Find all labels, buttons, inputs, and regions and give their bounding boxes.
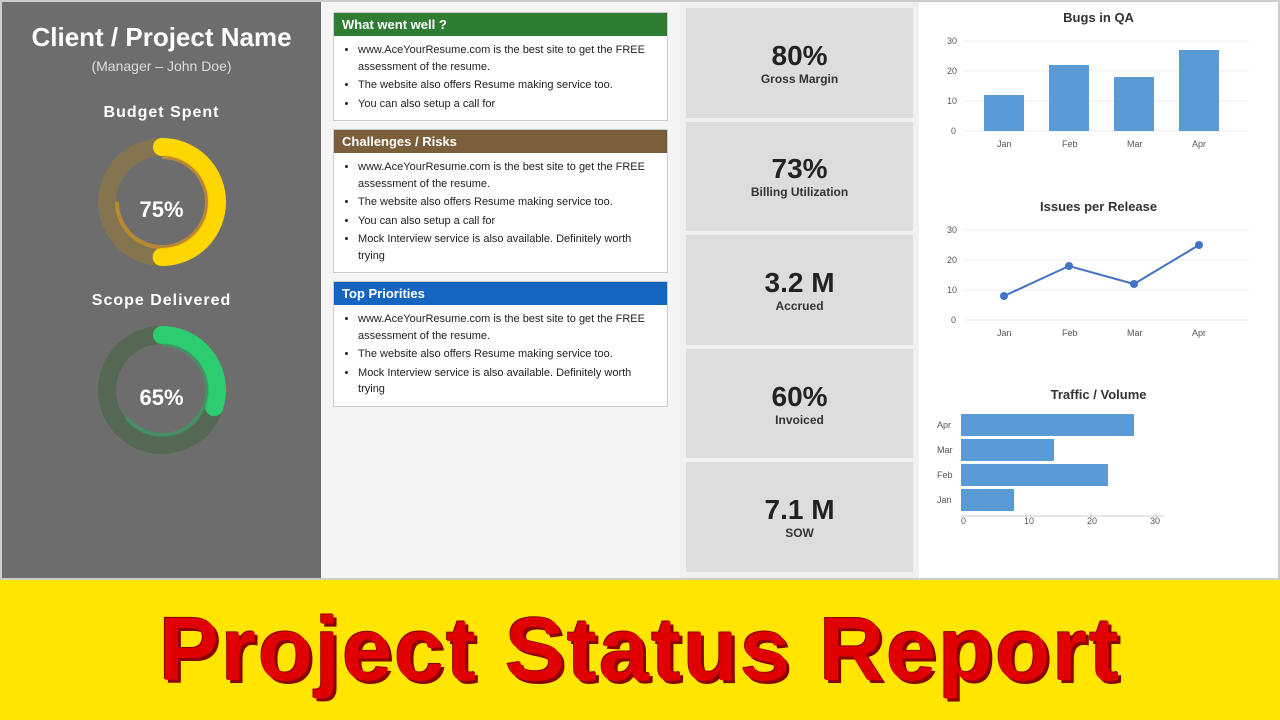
issues-chart-title: Issues per Release bbox=[929, 199, 1268, 214]
challenges-header: Challenges / Risks bbox=[334, 130, 667, 153]
what-went-well-list: www.AceYourResume.com is the best site t… bbox=[344, 42, 657, 112]
challenges-box: Challenges / Risks www.AceYourResume.com… bbox=[333, 129, 668, 273]
svg-text:20: 20 bbox=[1087, 516, 1097, 526]
svg-text:0: 0 bbox=[961, 516, 966, 526]
metric-sow: 7.1 M SOW bbox=[686, 462, 913, 572]
list-item: www.AceYourResume.com is the best site t… bbox=[358, 159, 657, 192]
bugs-chart-area: 30 20 10 0 Jan Feb bbox=[929, 29, 1268, 193]
scope-label: Scope Delivered bbox=[92, 292, 232, 310]
scope-gauge: 65% bbox=[92, 320, 232, 460]
middle-panel: What went well ? www.AceYourResume.com i… bbox=[321, 2, 680, 578]
svg-text:0: 0 bbox=[951, 315, 956, 325]
metric-value-2: 3.2 M bbox=[765, 267, 835, 299]
priorities-list: www.AceYourResume.com is the best site t… bbox=[344, 311, 657, 398]
issues-chart-area: 30 20 10 0 Jan Feb bbox=[929, 218, 1268, 382]
svg-text:Feb: Feb bbox=[1062, 139, 1078, 149]
svg-text:Apr: Apr bbox=[1192, 139, 1206, 149]
svg-text:0: 0 bbox=[951, 126, 956, 136]
metric-label-1: Billing Utilization bbox=[751, 185, 848, 199]
svg-text:10: 10 bbox=[947, 285, 957, 295]
traffic-chart-title: Traffic / Volume bbox=[929, 387, 1268, 402]
metric-invoiced: 60% Invoiced bbox=[686, 349, 913, 459]
challenges-content: www.AceYourResume.com is the best site t… bbox=[334, 153, 667, 272]
svg-text:10: 10 bbox=[1024, 516, 1034, 526]
bugs-chart-section: Bugs in QA 30 20 10 0 bbox=[929, 10, 1268, 193]
svg-text:Apr: Apr bbox=[1192, 328, 1206, 338]
svg-text:20: 20 bbox=[947, 66, 957, 76]
challenges-list: www.AceYourResume.com is the best site t… bbox=[344, 159, 657, 264]
list-item: The website also offers Resume making se… bbox=[358, 194, 657, 211]
svg-text:Feb: Feb bbox=[1062, 328, 1078, 338]
metric-value-3: 60% bbox=[772, 381, 828, 413]
bottom-banner: Project Status Report bbox=[0, 580, 1280, 720]
traffic-chart-section: Traffic / Volume Apr Mar Feb Jan 0 1 bbox=[929, 387, 1268, 570]
svg-text:30: 30 bbox=[947, 225, 957, 235]
charts-panel: Bugs in QA 30 20 10 0 bbox=[919, 2, 1278, 578]
svg-text:Jan: Jan bbox=[997, 328, 1012, 338]
list-item: www.AceYourResume.com is the best site t… bbox=[358, 42, 657, 75]
priorities-box: Top Priorities www.AceYourResume.com is … bbox=[333, 281, 668, 407]
list-item: www.AceYourResume.com is the best site t… bbox=[358, 311, 657, 344]
svg-text:Mar: Mar bbox=[1127, 328, 1143, 338]
budget-percent: 75% bbox=[139, 197, 183, 223]
metric-label-0: Gross Margin bbox=[761, 72, 838, 86]
svg-text:Apr: Apr bbox=[937, 420, 951, 430]
svg-text:10: 10 bbox=[947, 96, 957, 106]
priorities-header: Top Priorities bbox=[334, 282, 667, 305]
issues-chart-section: Issues per Release 30 20 10 0 bbox=[929, 199, 1268, 382]
metric-label-4: SOW bbox=[785, 526, 814, 540]
list-item: You can also setup a call for bbox=[358, 96, 657, 113]
list-item: The website also offers Resume making se… bbox=[358, 77, 657, 94]
what-went-well-content: www.AceYourResume.com is the best site t… bbox=[334, 36, 667, 120]
metric-gross-margin: 80% Gross Margin bbox=[686, 8, 913, 118]
svg-text:Feb: Feb bbox=[937, 470, 953, 480]
svg-text:Jan: Jan bbox=[937, 495, 952, 505]
list-item: The website also offers Resume making se… bbox=[358, 346, 657, 363]
metric-value-4: 7.1 M bbox=[765, 494, 835, 526]
what-went-well-box: What went well ? www.AceYourResume.com i… bbox=[333, 12, 668, 121]
left-panel: Client / Project Name (Manager – John Do… bbox=[2, 2, 321, 578]
svg-text:30: 30 bbox=[1150, 516, 1160, 526]
metric-value-1: 73% bbox=[772, 153, 828, 185]
bugs-chart-title: Bugs in QA bbox=[929, 10, 1268, 25]
list-item: Mock Interview service is also available… bbox=[358, 365, 657, 398]
metric-label-2: Accrued bbox=[776, 299, 824, 313]
metric-billing: 73% Billing Utilization bbox=[686, 122, 913, 232]
svg-text:Mar: Mar bbox=[937, 445, 953, 455]
list-item: You can also setup a call for bbox=[358, 213, 657, 230]
project-title: Client / Project Name bbox=[31, 22, 291, 53]
what-went-well-header: What went well ? bbox=[334, 13, 667, 36]
metrics-panel: 80% Gross Margin 73% Billing Utilization… bbox=[680, 2, 919, 578]
metric-label-3: Invoiced bbox=[775, 413, 824, 427]
budget-label: Budget Spent bbox=[104, 104, 220, 122]
project-manager: (Manager – John Doe) bbox=[91, 58, 231, 74]
metric-value-0: 80% bbox=[772, 40, 828, 72]
list-item: Mock Interview service is also available… bbox=[358, 231, 657, 264]
svg-text:20: 20 bbox=[947, 255, 957, 265]
metric-accrued: 3.2 M Accrued bbox=[686, 235, 913, 345]
svg-text:Jan: Jan bbox=[997, 139, 1012, 149]
scope-percent: 65% bbox=[139, 385, 183, 411]
banner-text: Project Status Report bbox=[159, 599, 1121, 702]
budget-gauge: 75% bbox=[92, 132, 232, 272]
svg-text:Mar: Mar bbox=[1127, 139, 1143, 149]
traffic-chart-area: Apr Mar Feb Jan 0 10 20 30 bbox=[929, 406, 1268, 570]
svg-text:30: 30 bbox=[947, 36, 957, 46]
priorities-content: www.AceYourResume.com is the best site t… bbox=[334, 305, 667, 406]
